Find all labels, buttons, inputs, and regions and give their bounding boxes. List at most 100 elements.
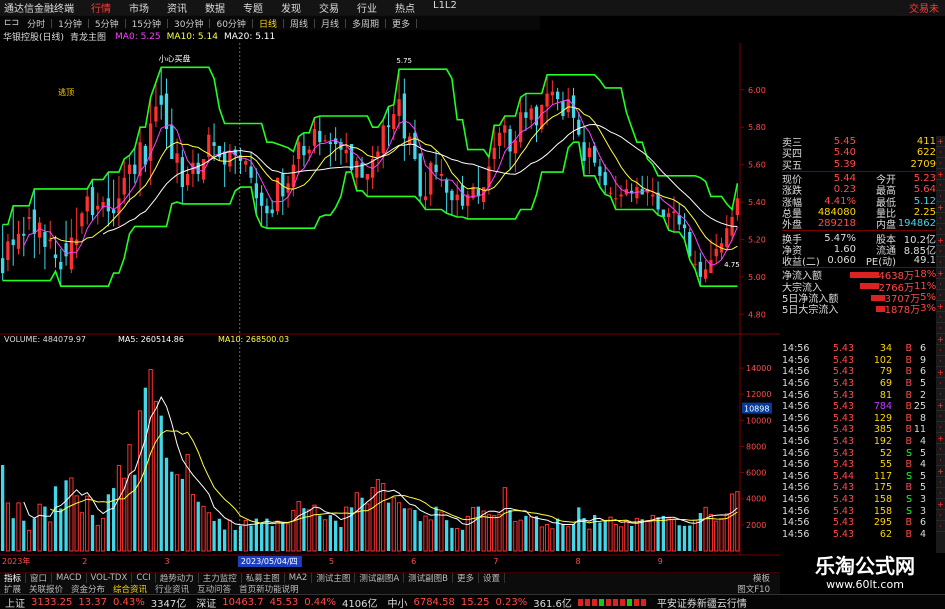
indicator-name[interactable]: 青龙主图 xyxy=(67,30,109,43)
scrollbar-cell[interactable]: · xyxy=(936,488,945,499)
indicator-tab[interactable]: 更多 xyxy=(453,573,480,583)
indicator-tab[interactable]: MA2 xyxy=(285,573,313,583)
info-tab[interactable]: 资金分布 xyxy=(67,583,109,595)
scrollbar-cell[interactable]: · xyxy=(936,411,945,422)
index-name[interactable]: 中小 xyxy=(382,595,410,609)
scrollbar-cell[interactable]: · xyxy=(936,477,945,488)
scrollbar-cell[interactable]: · xyxy=(936,510,945,521)
indicator-tab[interactable]: VOL-TDX xyxy=(87,573,133,583)
indicator-tab[interactable]: 私募主图 xyxy=(242,573,285,583)
info-tab[interactable]: 关联报价 xyxy=(25,583,67,595)
menu-item[interactable]: 交易 xyxy=(310,0,348,15)
scrollbar-cell[interactable]: · xyxy=(936,378,945,389)
period-button[interactable]: 日线 xyxy=(255,17,281,30)
period-button[interactable]: 60分钟 xyxy=(212,17,249,30)
template-tab[interactable]: 模板 xyxy=(749,573,780,583)
scrollbar-cell[interactable]: · xyxy=(936,213,945,224)
info-tab[interactable]: 互动问答 xyxy=(193,583,235,595)
menu-item[interactable]: 市场 xyxy=(120,0,158,15)
scrollbar-cell[interactable]: · xyxy=(936,356,945,367)
scrollbar-cell[interactable]: · xyxy=(936,279,945,290)
period-button[interactable]: 15分钟 xyxy=(128,17,165,30)
tick-list[interactable]: 14:56 5.43 34 B 6 14:56 5.43 102 B 9 14:56 5.43 79 B 6… xyxy=(782,343,936,553)
tick-row[interactable]: 14:56 5.43 295 B 6 xyxy=(782,517,936,529)
scrollbar-cell[interactable]: · xyxy=(936,290,945,301)
tick-row[interactable]: 14:56 5.43 81 B 2 xyxy=(782,389,936,401)
info-tab[interactable]: 综合资讯 xyxy=(109,583,151,595)
scrollbar-cell[interactable]: + xyxy=(936,268,945,279)
menu-item[interactable]: 行情 xyxy=(82,0,120,15)
indicator-tab[interactable]: 指标 xyxy=(0,573,27,583)
index-name[interactable]: 上证 xyxy=(0,595,28,609)
info-tab[interactable]: 首页新功能说明 xyxy=(235,583,303,595)
tick-row[interactable]: 14:56 5.43 129 B 8 xyxy=(782,413,936,425)
scrollbar-cell[interactable]: · xyxy=(936,444,945,455)
scrollbar-cell[interactable]: · xyxy=(936,224,945,235)
period-button[interactable]: 周线 xyxy=(286,17,312,30)
period-button[interactable]: 1分钟 xyxy=(54,17,86,30)
period-button[interactable]: 多周期 xyxy=(348,17,383,30)
scrollbar-cell[interactable]: · xyxy=(936,312,945,323)
index-name[interactable]: 深证 xyxy=(191,595,219,609)
indicator-tab[interactable]: 窗口 xyxy=(26,573,53,583)
scrollbar-cell[interactable]: + xyxy=(936,433,945,444)
tick-row[interactable]: 14:56 5.43 52 S 5 xyxy=(782,447,936,459)
indicator-tab[interactable]: MACD xyxy=(52,573,87,583)
period-button[interactable]: 30分钟 xyxy=(170,17,207,30)
chart-type-icon[interactable]: ⊏⊐ xyxy=(0,18,23,28)
menu-item[interactable]: 数据 xyxy=(196,0,234,15)
tick-row[interactable]: 14:56 5.43 158 S 3 xyxy=(782,505,936,517)
menu-item[interactable]: 行业 xyxy=(348,0,386,15)
scrollbar-cell[interactable]: + xyxy=(936,466,945,477)
scrollbar-cell[interactable]: + xyxy=(936,169,945,180)
scrollbar-cell[interactable]: + xyxy=(936,202,945,213)
scrollbar-cell[interactable]: · xyxy=(936,455,945,466)
scrollbar-cell[interactable]: + xyxy=(936,400,945,411)
indicator-tab[interactable]: 测试副图B xyxy=(404,573,453,583)
scrollbar-cell[interactable]: + xyxy=(936,136,945,147)
scrollbar-cell[interactable]: · xyxy=(936,191,945,202)
scrollbar-cell[interactable]: + xyxy=(936,334,945,345)
period-button[interactable]: 分时 xyxy=(23,17,49,30)
period-button[interactable]: 月线 xyxy=(317,17,343,30)
scrollbar-cell[interactable]: · xyxy=(936,246,945,257)
scrollbar-cell[interactable]: · xyxy=(936,158,945,169)
menu-item[interactable]: 资讯 xyxy=(158,0,196,15)
scrollbar-cell[interactable]: · xyxy=(936,147,945,158)
kline-chart[interactable]: 6.00 5.80 5.60 5.40 5.20 5.00 4.80 14000 12000 10… xyxy=(0,43,780,573)
info-tab[interactable]: 扩展 xyxy=(0,583,25,595)
scrollbar-cell[interactable]: · xyxy=(936,257,945,268)
period-button[interactable]: 更多 xyxy=(388,17,414,30)
tick-row[interactable]: 14:56 5.43 79 B 6 xyxy=(782,366,936,378)
scrollbar-cell[interactable]: · xyxy=(936,521,945,532)
tick-row[interactable]: 14:56 5.43 69 B 5 xyxy=(782,378,936,390)
indicator-tab[interactable]: 主力监控 xyxy=(199,573,242,583)
scrollbar-cell[interactable]: + xyxy=(936,367,945,378)
indicator-tab[interactable]: 设置 xyxy=(479,573,506,583)
tick-row[interactable]: 14:56 5.43 784 B 25 xyxy=(782,401,936,413)
period-button[interactable]: 5分钟 xyxy=(91,17,123,30)
indicator-tab[interactable]: 测试主图 xyxy=(312,573,356,583)
scrollbar-cell[interactable]: · xyxy=(936,323,945,334)
trade-menu[interactable]: 交易未 xyxy=(909,0,945,15)
tick-row[interactable]: 14:56 5.43 55 B 4 xyxy=(782,459,936,471)
tick-row[interactable]: 14:56 5.43 102 B 9 xyxy=(782,355,936,367)
scrollbar-cell[interactable]: · xyxy=(936,345,945,356)
scrollbar-cell[interactable]: · xyxy=(936,422,945,433)
menu-item[interactable]: 专题 xyxy=(234,0,272,15)
tick-row[interactable]: 14:56 5.43 385 B 11 xyxy=(782,424,936,436)
indicator-tab[interactable]: 趋势动力 xyxy=(156,573,199,583)
tick-row[interactable]: 14:56 5.43 34 B 6 xyxy=(782,343,936,355)
scrollbar-cell[interactable]: · xyxy=(936,180,945,191)
menu-item[interactable]: L1L2 xyxy=(424,0,466,15)
tick-row[interactable]: 14:56 5.43 62 B 4 xyxy=(782,529,936,541)
scrollbar-cell[interactable]: + xyxy=(936,301,945,312)
tick-row[interactable]: 14:56 5.43 192 B 4 xyxy=(782,436,936,448)
scrollbar-cell[interactable]: + xyxy=(936,235,945,246)
f10-tab[interactable]: 图文F10 xyxy=(733,583,780,595)
scrollbar-cell[interactable]: · xyxy=(936,389,945,400)
scrollbar-cell[interactable]: + xyxy=(936,499,945,510)
menu-item[interactable]: 发现 xyxy=(272,0,310,15)
info-tab[interactable]: 行业资讯 xyxy=(151,583,193,595)
tick-row[interactable]: 14:56 5.43 175 B 5 xyxy=(782,482,936,494)
